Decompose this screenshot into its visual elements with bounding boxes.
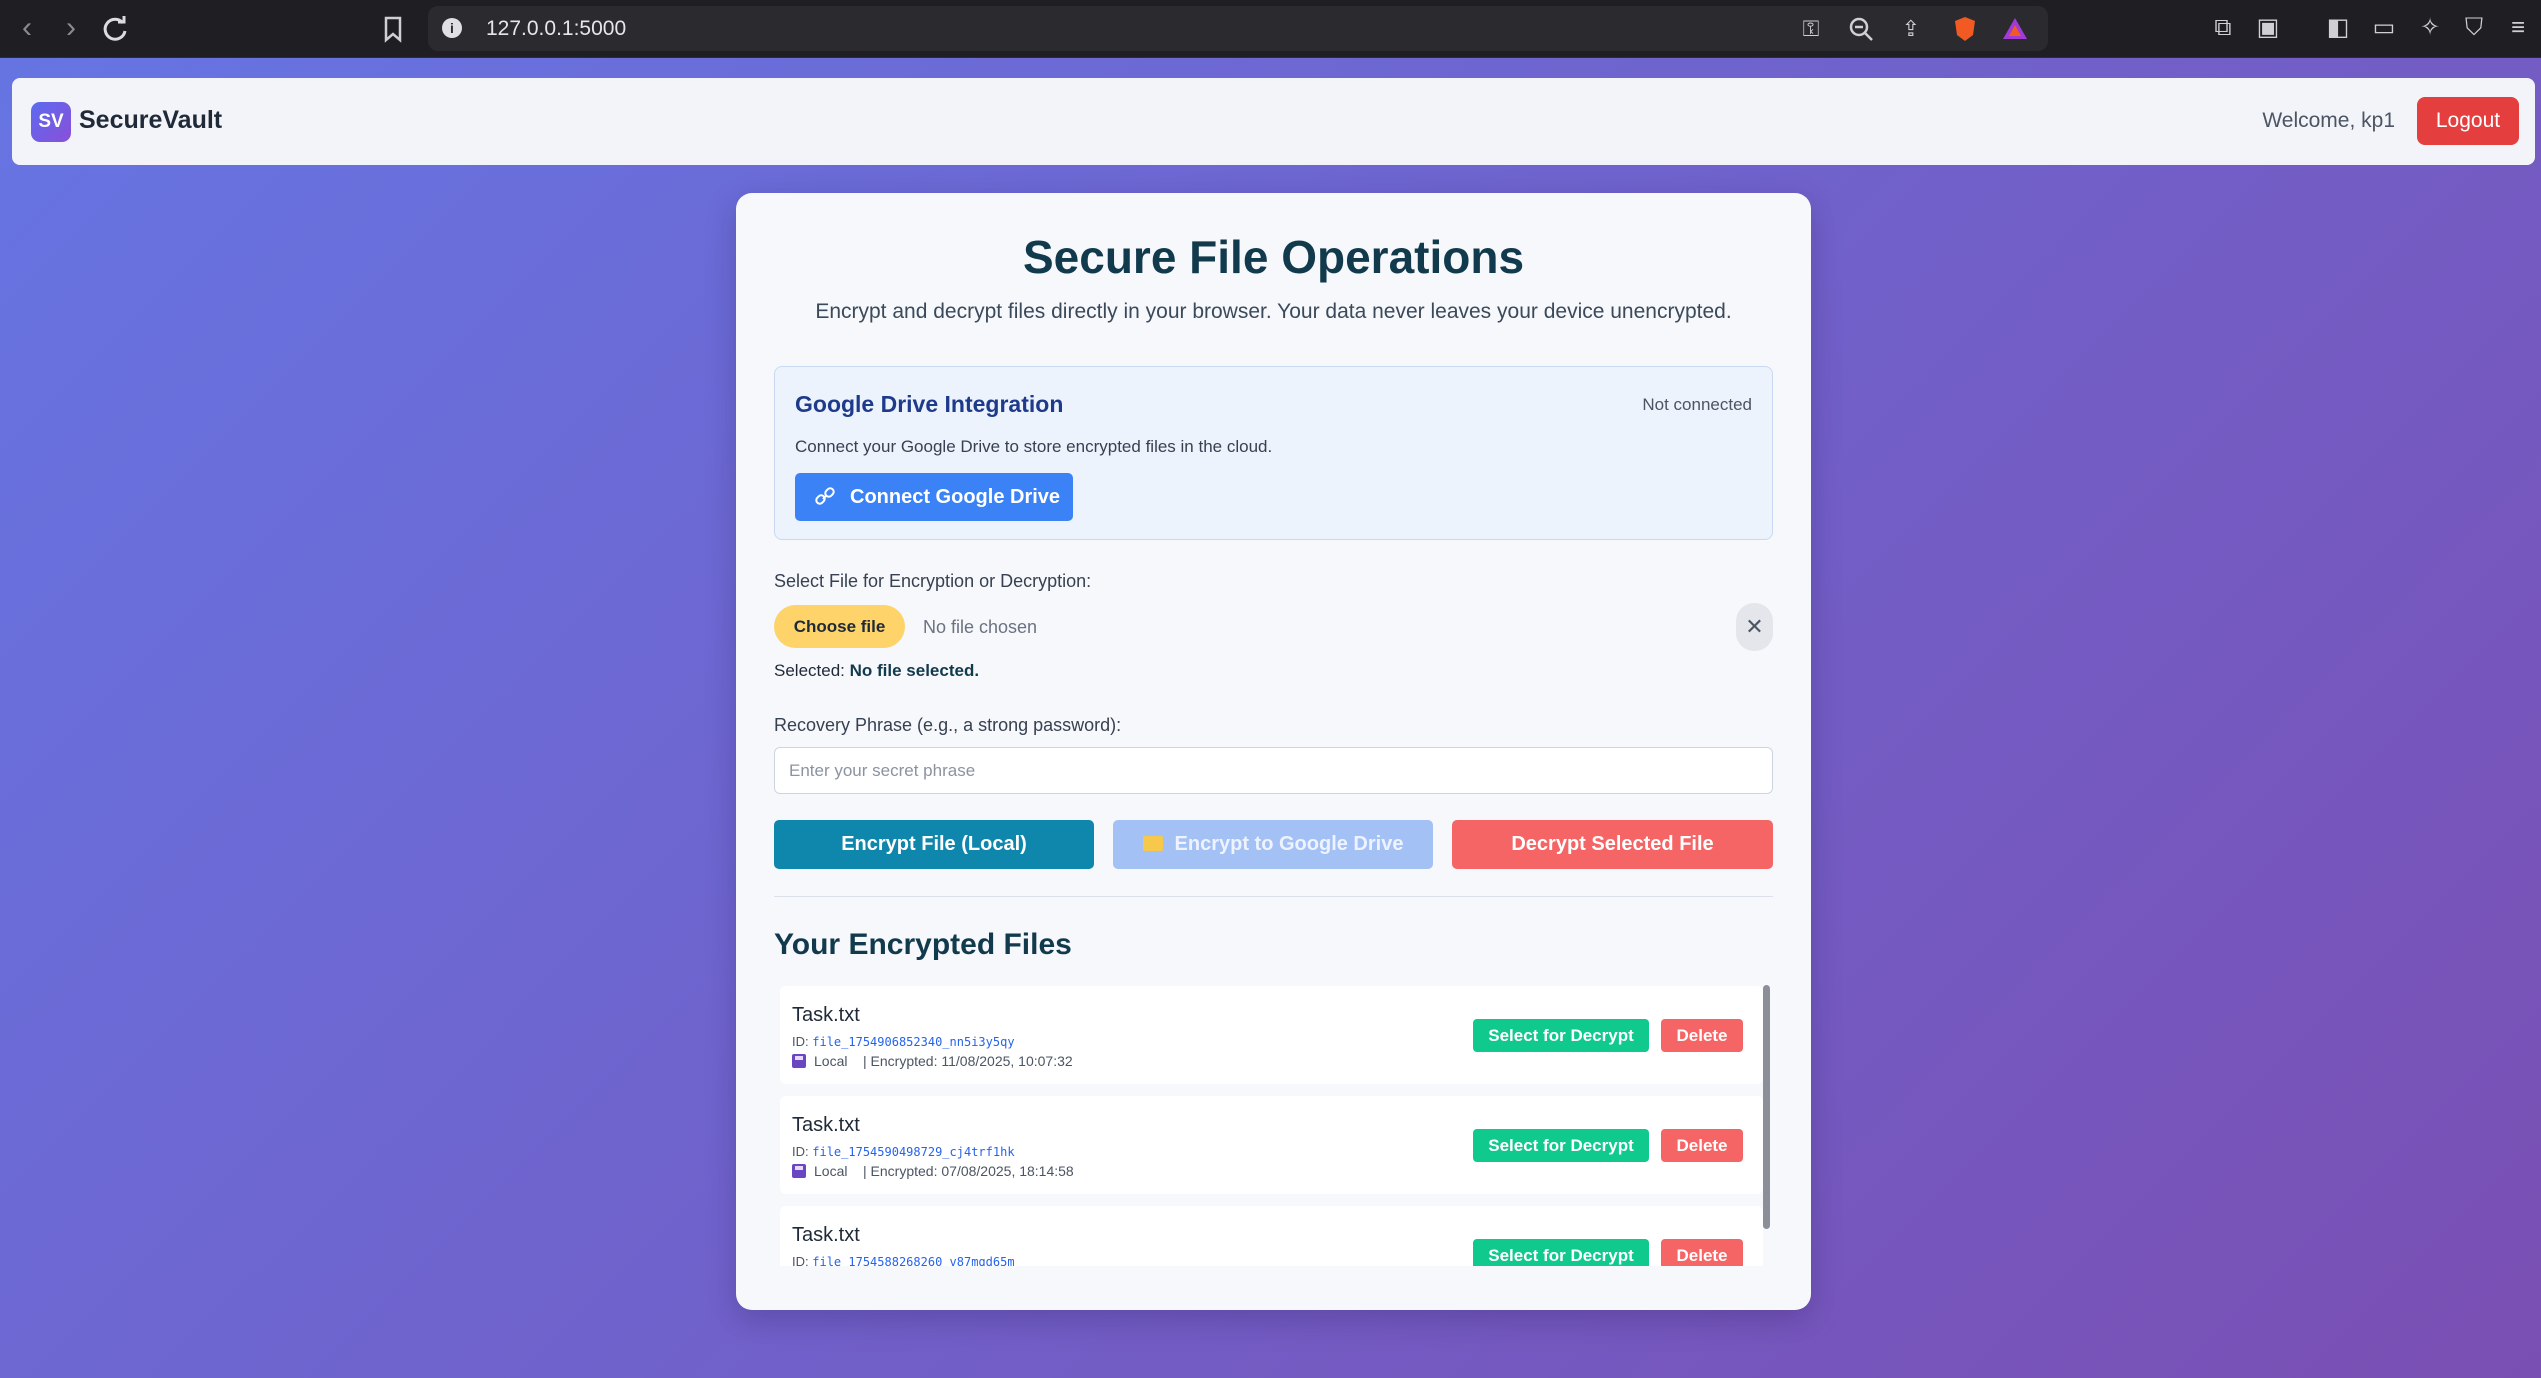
decrypt-selected-button[interactable]: Decrypt Selected File: [1452, 820, 1773, 869]
page-title: Secure File Operations: [1022, 231, 1525, 283]
file-name: Task.txt: [792, 1224, 860, 1246]
file-name: Task.txt: [792, 1114, 860, 1136]
encrypt-to-drive-button[interactable]: Encrypt to Google Drive: [1113, 820, 1433, 869]
file-location: Local: [814, 1053, 848, 1069]
sidebar-icon[interactable]: ◧: [2320, 10, 2356, 46]
wallet-icon[interactable]: ▭: [2366, 10, 2402, 46]
file-id-value: file_1754590498729_cj4trf1hk: [812, 1145, 1015, 1159]
files-scrollbar[interactable]: [1763, 985, 1770, 1229]
folder-icon: [1142, 836, 1163, 851]
file-row: Task.txt ID: file_1754590498729_cj4trf1h…: [780, 1096, 1763, 1194]
connect-google-drive-button[interactable]: Connect Google Drive: [795, 473, 1073, 521]
browser-toolbar: ‹ › i 127.0.0.1:5000 ⚿ ⇪ ⧉ ▣ ◧ ▭ ✧ ⛉ ≡: [0, 0, 2541, 58]
choose-file-button[interactable]: Choose file: [774, 605, 905, 648]
file-operations-card: Secure File Operations Encrypt and decry…: [736, 193, 1811, 1310]
recovery-phrase-label: Recovery Phrase (e.g., a strong password…: [774, 715, 1122, 735]
key-icon[interactable]: ⚿: [1796, 14, 1826, 44]
file-meta: Local | Encrypted: 07/08/2025, 18:14:58: [792, 1163, 1074, 1179]
site-info-icon[interactable]: i: [442, 18, 462, 38]
file-id: ID: file_1754590498729_cj4trf1hk: [792, 1144, 1015, 1159]
file-name: Task.txt: [792, 1004, 860, 1026]
welcome-text: Welcome, kp1: [2262, 109, 2395, 132]
clear-file-button[interactable]: ✕: [1736, 603, 1773, 651]
google-drive-panel: Google Drive Integration Not connected C…: [774, 366, 1773, 540]
extensions-icon[interactable]: ⧉: [2205, 10, 2241, 46]
address-bar[interactable]: i 127.0.0.1:5000 ⚿ ⇪: [428, 6, 2048, 51]
google-drive-title: Google Drive Integration: [795, 391, 1064, 417]
select-for-decrypt-button[interactable]: Select for Decrypt: [1473, 1129, 1649, 1162]
zoom-icon[interactable]: [1846, 14, 1876, 44]
file-location: Local: [814, 1163, 848, 1179]
file-row: Task.txt ID: file_1754588268260_v87mqd65…: [780, 1206, 1763, 1266]
floppy-disk-icon: [792, 1164, 806, 1178]
selected-file-status: Selected: No file selected.: [774, 661, 979, 681]
encrypted-files-title: Your Encrypted Files: [774, 928, 1072, 961]
file-id: ID: file_1754906852340_nn5i3y5qy: [792, 1034, 1015, 1049]
leo-ai-icon[interactable]: ✧: [2412, 10, 2448, 46]
app-header: SV SecureVault Welcome, kp1 Logout: [12, 78, 2535, 165]
file-id: ID: file_1754588268260_v87mqd65m: [792, 1254, 1015, 1266]
delete-button[interactable]: Delete: [1661, 1019, 1743, 1052]
menu-icon[interactable]: ≡: [2500, 10, 2536, 46]
delete-button[interactable]: Delete: [1661, 1239, 1743, 1266]
reader-icon[interactable]: ▣: [2250, 10, 2286, 46]
divider: [774, 896, 1773, 897]
delete-button[interactable]: Delete: [1661, 1129, 1743, 1162]
file-id-value: file_1754906852340_nn5i3y5qy: [812, 1035, 1015, 1049]
file-row: Task.txt ID: file_1754906852340_nn5i3y5q…: [780, 986, 1763, 1084]
floppy-disk-icon: [792, 1054, 806, 1068]
encrypted-files-list[interactable]: Task.txt ID: file_1754906852340_nn5i3y5q…: [780, 986, 1763, 1266]
encrypt-local-button[interactable]: Encrypt File (Local): [774, 820, 1094, 869]
file-id-prefix: ID:: [792, 1144, 809, 1159]
share-icon[interactable]: ⇪: [1896, 14, 1926, 44]
google-drive-description: Connect your Google Drive to store encry…: [795, 437, 1273, 456]
file-meta: Local | Encrypted: 11/08/2025, 10:07:32: [792, 1053, 1073, 1069]
file-encrypted-date: | Encrypted: 07/08/2025, 18:14:58: [863, 1163, 1074, 1179]
file-select-label: Select File for Encryption or Decryption…: [774, 571, 1092, 591]
file-id-prefix: ID:: [792, 1254, 809, 1266]
url-text: 127.0.0.1:5000: [486, 17, 627, 40]
bookmark-icon[interactable]: [378, 12, 408, 46]
file-id-prefix: ID:: [792, 1034, 809, 1049]
back-icon[interactable]: ‹: [10, 12, 44, 46]
selected-file-value: No file selected.: [849, 661, 980, 680]
link-icon: [815, 473, 837, 539]
select-for-decrypt-button[interactable]: Select for Decrypt: [1473, 1239, 1649, 1266]
close-icon: ✕: [1745, 614, 1764, 639]
page-subtitle: Encrypt and decrypt files directly in yo…: [815, 300, 1732, 323]
google-drive-status: Not connected: [1642, 395, 1752, 414]
connect-google-drive-label: Connect Google Drive: [850, 486, 1061, 508]
logo: SV: [31, 102, 71, 142]
file-id-value: file_1754588268260_v87mqd65m: [812, 1255, 1015, 1266]
vpn-icon[interactable]: ⛉: [2456, 10, 2492, 46]
brand-name: SecureVault: [79, 106, 223, 134]
no-file-chosen-text: No file chosen: [923, 617, 1038, 637]
brave-rewards-icon[interactable]: [2000, 14, 2030, 44]
forward-icon[interactable]: ›: [54, 12, 88, 46]
recovery-phrase-input[interactable]: [774, 747, 1773, 794]
encrypt-to-drive-label: Encrypt to Google Drive: [1174, 833, 1404, 855]
logout-button[interactable]: Logout: [2417, 97, 2519, 145]
select-for-decrypt-button[interactable]: Select for Decrypt: [1473, 1019, 1649, 1052]
selected-prefix: Selected:: [774, 661, 845, 680]
file-encrypted-date: | Encrypted: 11/08/2025, 10:07:32: [863, 1053, 1073, 1069]
brave-shield-icon[interactable]: [1950, 14, 1980, 44]
reload-icon[interactable]: [98, 12, 132, 46]
